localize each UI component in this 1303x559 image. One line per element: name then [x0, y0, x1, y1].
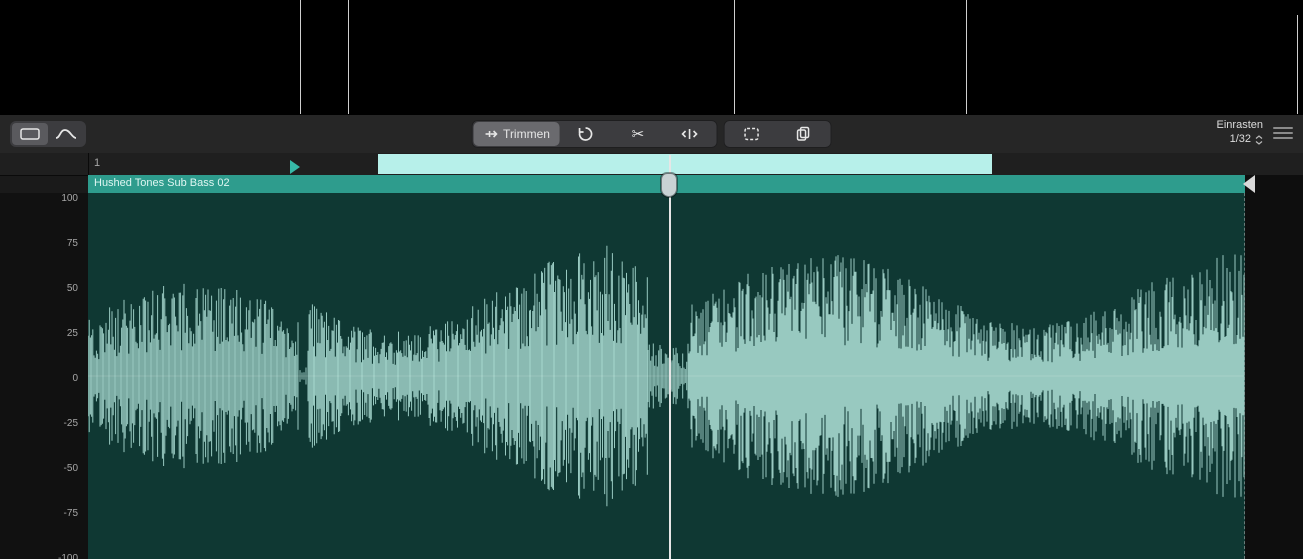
view-mode-segmented[interactable] — [10, 121, 86, 147]
right-dead-space — [1245, 175, 1303, 559]
clip-name-label: Hushed Tones Sub Bass 02 — [94, 177, 230, 189]
amplitude-tick: 50 — [38, 283, 78, 294]
flex-curve-icon — [55, 127, 77, 141]
snap-title: Einrasten — [1217, 119, 1263, 132]
right-tool-group: Einrasten 1/32 — [1217, 119, 1293, 146]
updown-icon — [1255, 135, 1263, 145]
amplitude-tick: 25 — [38, 328, 78, 339]
slip-icon — [681, 127, 699, 141]
toolbar: Trimmen ✂ — [0, 115, 1303, 154]
ruler-marker: 1 — [94, 157, 100, 169]
trim-mode-button[interactable]: Trimmen — [473, 122, 560, 146]
edit-mode-segmented[interactable]: Trimmen ✂ — [471, 120, 718, 148]
region-end-marker[interactable] — [1243, 175, 1255, 193]
amplitude-gutter: 100 75 50 25 0 -25 -50 -75 -100 — [0, 193, 89, 559]
snap-block[interactable]: Einrasten 1/32 — [1217, 119, 1263, 146]
center-tool-group: Trimmen ✂ — [471, 120, 832, 148]
editor-root: Trimmen ✂ — [0, 0, 1303, 559]
ruler-gutter — [0, 153, 89, 175]
amplitude-tick: -75 — [38, 508, 78, 519]
amplitude-tick: 100 — [38, 193, 78, 204]
cycle-range[interactable] — [378, 154, 992, 174]
slip-button[interactable] — [664, 122, 716, 146]
playhead-handle[interactable] — [661, 173, 677, 197]
region-view-icon — [20, 127, 40, 141]
loop-mode-button[interactable] — [560, 122, 612, 146]
amplitude-tick: -100 — [38, 553, 78, 559]
view-mode-flex-button[interactable] — [48, 123, 84, 145]
trim-mode-label: Trimmen — [503, 127, 550, 141]
snap-value-dropdown[interactable]: 1/32 — [1230, 133, 1263, 146]
waveform-area[interactable] — [88, 193, 1245, 559]
amplitude-tick: 0 — [38, 373, 78, 384]
callout-line — [734, 0, 735, 120]
audio-editor-panel: Trimmen ✂ — [0, 115, 1303, 559]
marquee-button[interactable] — [726, 122, 778, 146]
waveform-canvas — [88, 193, 1245, 559]
amplitude-tick: -25 — [38, 418, 78, 429]
marquee-icon — [744, 127, 760, 141]
copy-button[interactable] — [778, 122, 830, 146]
loop-icon — [578, 126, 594, 142]
amplitude-tick: -50 — [38, 463, 78, 474]
scissors-icon: ✂ — [632, 127, 645, 142]
callout-line — [966, 0, 967, 120]
panel-drag-grip[interactable] — [1273, 125, 1293, 141]
clipboard-segmented[interactable] — [724, 120, 832, 148]
scissors-button[interactable]: ✂ — [612, 122, 664, 146]
snap-value-text: 1/32 — [1230, 133, 1251, 146]
copy-icon — [796, 126, 812, 142]
view-mode-region-button[interactable] — [12, 123, 48, 145]
region-start-marker[interactable] — [290, 160, 300, 174]
trim-icon — [483, 127, 497, 141]
amplitude-tick: 75 — [38, 238, 78, 249]
